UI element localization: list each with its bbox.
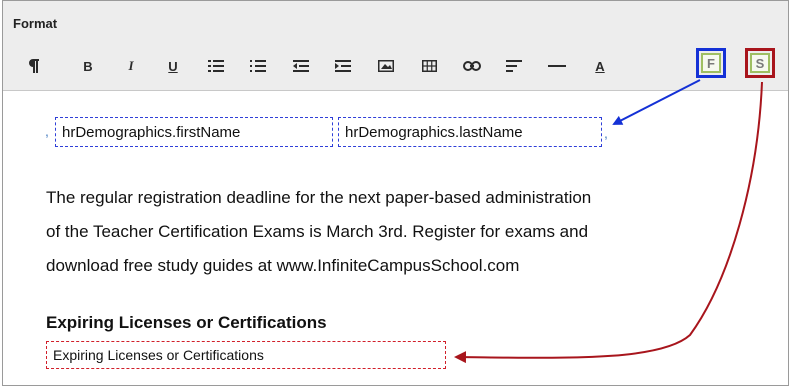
paragraph-line: of the Teacher Certification Exams is Ma… [46,222,589,241]
bold-button[interactable]: B [75,52,101,80]
align-left-button[interactable] [501,52,527,80]
numbered-list-button[interactable] [245,52,271,80]
field-icon: F [701,53,721,73]
bullet-list-button[interactable] [203,52,229,80]
pilcrow-icon [29,59,39,73]
horizontal-rule-button[interactable] [544,52,570,80]
font-color-icon: A [595,58,605,74]
insert-section-button[interactable]: S [745,48,775,78]
numbered-list-icon [250,60,266,72]
first-name-field[interactable]: hrDemographics.firstName [55,117,333,147]
bullet-list-icon [208,60,224,72]
underline-button[interactable]: U [160,52,186,80]
leading-comma: , [45,123,49,139]
horizontal-rule-icon [548,64,566,68]
italic-icon: I [128,58,134,73]
insert-image-button[interactable] [373,52,399,80]
outdent-icon [293,60,309,72]
italic-button[interactable]: I [118,52,144,80]
underline-icon: U [168,58,178,74]
font-color-button[interactable]: A [587,52,613,80]
section-field[interactable]: Expiring Licenses or Certifications [46,341,446,369]
editor-content[interactable]: , hrDemographics.firstName hrDemographic… [3,91,788,385]
paragraph-line: The regular registration deadline for th… [46,188,592,207]
align-left-icon [506,60,522,72]
last-name-field[interactable]: hrDemographics.lastName [338,117,602,147]
paragraph-line: download free study guides at www.Infini… [46,256,520,275]
section-icon: S [750,53,770,73]
format-toolbar: B I U A F S [3,46,788,86]
link-icon [463,61,481,71]
trailing-comma: , [604,125,608,141]
body-paragraph: The regular registration deadline for th… [46,181,746,283]
editor-header: Format B I U A F S [3,1,788,91]
image-icon [378,60,394,72]
section-heading: Expiring Licenses or Certifications [46,313,327,332]
format-label: Format [13,16,58,31]
insert-link-button[interactable] [459,52,485,80]
paragraph-button[interactable] [21,52,47,80]
outdent-button[interactable] [288,52,314,80]
bold-icon: B [83,58,93,74]
insert-field-button[interactable]: F [696,48,726,78]
insert-table-button[interactable] [416,52,442,80]
indent-button[interactable] [330,52,356,80]
editor: Format B I U A F S , hrDemographics.firs… [2,0,789,386]
table-icon [421,60,437,72]
indent-icon [335,60,351,72]
